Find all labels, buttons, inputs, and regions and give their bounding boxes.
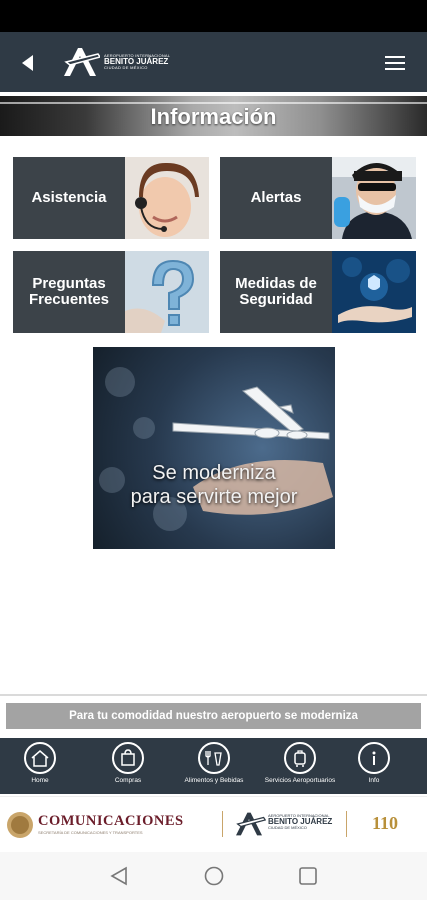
nav-label: Info (368, 777, 380, 784)
nav-label: Servicios Aeroportuarios (264, 777, 336, 784)
anniversary-logo: 110 (372, 813, 399, 833)
tile-label: Alertas (220, 157, 332, 239)
airport-logo[interactable]: AEROPUERTO INTERNACIONAL BENITO JUÁREZ C… (60, 44, 170, 80)
airplane-hand-image (172, 386, 333, 515)
status-bar (0, 0, 427, 32)
tile-preguntas-frecuentes[interactable]: Preguntas Frecuentes (13, 251, 209, 333)
nav-info[interactable]: Info (334, 742, 414, 784)
support-agent-image (125, 157, 209, 239)
section-banner: Información (0, 96, 427, 136)
notice-bar[interactable]: Para tu comodidad nuestro aeropuerto se … (6, 703, 421, 729)
nav-servicios[interactable]: Servicios Aeroportuarios (260, 742, 340, 784)
back-button[interactable] (18, 52, 38, 74)
nav-label: Home (31, 777, 49, 784)
food-drink-icon (198, 742, 230, 774)
tile-medidas-seguridad[interactable]: Medidas de Seguridad (220, 251, 416, 333)
info-icon (358, 742, 390, 774)
security-guard-image (332, 157, 416, 239)
system-home-icon[interactable] (203, 865, 225, 887)
divider (0, 694, 427, 696)
nav-compras[interactable]: Compras (88, 742, 168, 784)
logo-line3: CIUDAD DE MÉXICO (104, 65, 148, 70)
tile-label: Preguntas Frecuentes (13, 251, 125, 333)
home-icon (24, 742, 56, 774)
footer-brand-sub: SECRETARÍA DE COMUNICACIONES Y TRANSPORT… (38, 830, 143, 835)
tile-label: Asistencia (13, 157, 125, 239)
promo-banner[interactable]: Se moderniza para servirte mejor (93, 347, 335, 549)
airplane-logo-icon (64, 48, 100, 76)
shopping-bag-icon (112, 742, 144, 774)
nav-home[interactable]: Home (0, 742, 80, 784)
hamburger-menu-button[interactable] (385, 56, 405, 70)
tile-asistencia[interactable]: Asistencia (13, 157, 209, 239)
promo-line2: para servirte mejor (130, 486, 298, 508)
nav-label: Compras (114, 777, 142, 784)
luggage-icon (284, 742, 316, 774)
sponsor-footer: COMUNICACIONES SECRETARÍA DE COMUNICACIO… (0, 796, 427, 852)
question-mark-image (125, 251, 209, 333)
system-back-icon[interactable] (110, 866, 128, 886)
tile-alertas[interactable]: Alertas (220, 157, 416, 239)
system-recents-icon[interactable] (298, 866, 318, 886)
footer-airport-line3: CIUDAD DE MÉXICO (268, 825, 307, 830)
nav-alimentos[interactable]: Alimentos y Bebidas (174, 742, 254, 784)
system-navigation-bar (0, 852, 427, 900)
security-shield-image (332, 251, 416, 333)
page-title: Información (150, 104, 277, 129)
back-arrow-icon (22, 55, 33, 71)
airport-logo-icon (236, 812, 266, 836)
app-header: AEROPUERTO INTERNACIONAL BENITO JUÁREZ C… (0, 32, 427, 92)
tile-label: Medidas de Seguridad (220, 251, 332, 333)
government-seal-icon (7, 812, 33, 838)
bottom-navigation: Home Compras Alimentos y Bebidas Servici… (0, 738, 427, 794)
hamburger-menu-icon (385, 56, 405, 58)
promo-line1: Se moderniza (152, 462, 276, 484)
footer-brand: COMUNICACIONES (38, 813, 184, 829)
nav-label: Alimentos y Bebidas (184, 777, 244, 784)
